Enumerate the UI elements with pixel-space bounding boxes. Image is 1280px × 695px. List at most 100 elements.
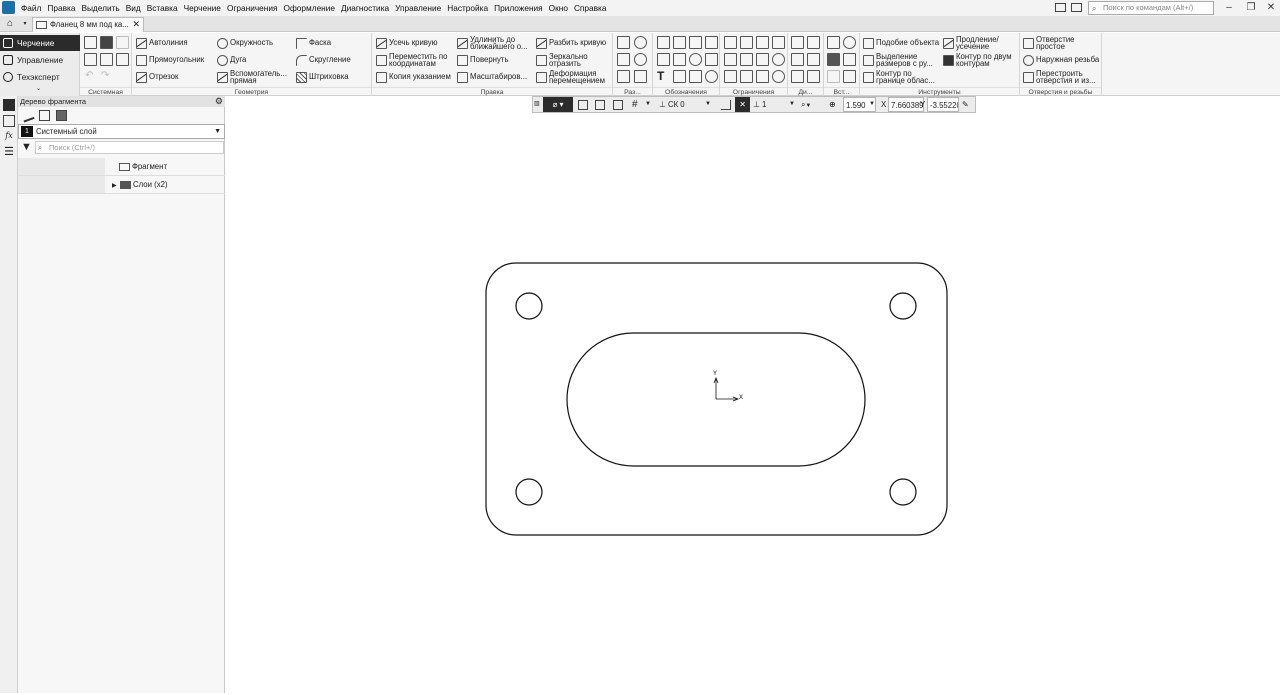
close-tab-icon[interactable]: ✕ bbox=[132, 18, 140, 31]
insert-image-icon[interactable] bbox=[827, 53, 840, 66]
symmetry-icon[interactable] bbox=[756, 53, 769, 66]
tolerance-icon[interactable] bbox=[705, 36, 718, 49]
menu-design[interactable]: Оформление bbox=[281, 0, 339, 16]
position-icon[interactable] bbox=[689, 53, 702, 66]
open-icon[interactable] bbox=[100, 36, 113, 49]
select-dims-button[interactable]: Выделение размеров с ру... bbox=[863, 52, 941, 68]
extend-button[interactable]: Удлинить до ближайшего о... bbox=[457, 35, 535, 51]
restore-button[interactable]: ❐ bbox=[1240, 0, 1262, 16]
equal-icon[interactable] bbox=[740, 70, 753, 83]
snap-grid-icon[interactable] bbox=[595, 97, 605, 112]
move-by-coords-button[interactable]: Переместить по координатам bbox=[376, 52, 456, 68]
local-cs-icon[interactable] bbox=[721, 97, 731, 112]
close-button[interactable]: ✕ bbox=[1260, 0, 1280, 16]
mirror-button[interactable]: Зеркально отразить bbox=[536, 52, 611, 68]
perpendicular-icon[interactable] bbox=[756, 36, 769, 49]
text-a-icon[interactable] bbox=[657, 53, 670, 66]
circle-button[interactable]: Окружность bbox=[217, 35, 295, 51]
diag-one-icon[interactable] bbox=[791, 36, 804, 49]
diag-two-icon[interactable] bbox=[807, 36, 820, 49]
save-icon[interactable] bbox=[116, 36, 129, 49]
local-snap-icon[interactable] bbox=[613, 97, 623, 112]
linear-dim-icon[interactable] bbox=[617, 36, 630, 49]
trim-curve-button[interactable]: Усечь кривую bbox=[376, 35, 456, 51]
menu-constraints[interactable]: Ограничения bbox=[224, 0, 281, 16]
extend-trim-button[interactable]: Продление/ усечение bbox=[943, 35, 1017, 51]
text-tool-icon[interactable]: T bbox=[657, 69, 664, 83]
gear-icon[interactable]: ⚙ bbox=[215, 96, 223, 107]
insert-fragment-icon[interactable] bbox=[843, 36, 856, 49]
deform-button[interactable]: Деформация перемещением bbox=[536, 69, 611, 85]
tree-search-input[interactable]: ⌕ Поиск (Ctrl+/) bbox=[35, 141, 224, 154]
app-logo-icon[interactable] bbox=[2, 1, 15, 14]
layers-icon[interactable] bbox=[39, 110, 50, 121]
tree-row-fragment[interactable]: Фрагмент bbox=[18, 158, 225, 176]
coincident-icon[interactable] bbox=[772, 70, 785, 83]
autoline-button[interactable]: Автолиния bbox=[136, 35, 216, 51]
grid-dropdown-icon[interactable]: ▼ bbox=[645, 97, 651, 112]
insert-object-icon[interactable] bbox=[843, 53, 856, 66]
external-thread-button[interactable]: Наружная резьба bbox=[1023, 52, 1100, 68]
drawing-canvas[interactable]: Y X bbox=[226, 96, 1280, 693]
mode-drawing[interactable]: Черчение bbox=[0, 35, 80, 51]
tangent-icon[interactable] bbox=[772, 36, 785, 49]
auto-dim-icon[interactable] bbox=[617, 53, 630, 66]
parallel-icon[interactable] bbox=[740, 36, 753, 49]
insert-view-icon[interactable] bbox=[827, 36, 840, 49]
aux-line-button[interactable]: Вспомогатель... прямая bbox=[217, 69, 293, 85]
preview-icon[interactable] bbox=[100, 53, 113, 66]
rotate-button[interactable]: Повернуть bbox=[457, 52, 535, 68]
pencil-icon[interactable] bbox=[20, 108, 35, 123]
menu-select[interactable]: Выделить bbox=[78, 0, 122, 16]
angle-icon[interactable] bbox=[740, 53, 753, 66]
contour-by-area-button[interactable]: Контур по границе облас... bbox=[863, 69, 941, 85]
roughness-icon[interactable] bbox=[673, 36, 686, 49]
zoom-window-button[interactable]: ⌕▼ bbox=[801, 97, 823, 112]
menu-management[interactable]: Управление bbox=[392, 0, 444, 16]
menu-diagnostics[interactable]: Диагностика bbox=[338, 0, 392, 16]
angular-dim-icon[interactable] bbox=[617, 70, 630, 83]
tree-row-layers[interactable]: ▶ Слои (x2) bbox=[18, 176, 225, 194]
collapse-chevron-icon[interactable]: ⌄ bbox=[36, 85, 41, 92]
simple-hole-button[interactable]: Отверстие простое bbox=[1023, 35, 1100, 51]
rectangle-button[interactable]: Прямоугольник bbox=[136, 52, 216, 68]
arc-dim-icon[interactable] bbox=[634, 70, 647, 83]
mode-techexpert[interactable]: Техэксперт bbox=[0, 69, 80, 85]
filter-icon[interactable]: ▼ bbox=[21, 141, 32, 154]
redo-icon[interactable]: ↷ bbox=[101, 70, 109, 81]
cut-line-icon[interactable] bbox=[673, 53, 686, 66]
insert-disabled-icon[interactable] bbox=[827, 70, 840, 83]
table-icon[interactable] bbox=[705, 53, 718, 66]
base-icon[interactable] bbox=[689, 36, 702, 49]
zoom-dropdown-icon[interactable]: ▼ bbox=[869, 97, 875, 112]
hatch-button[interactable]: Штриховка bbox=[296, 69, 368, 85]
diag-three-icon[interactable] bbox=[791, 53, 804, 66]
menu-settings[interactable]: Настройка bbox=[444, 0, 491, 16]
minimize-button[interactable]: – bbox=[1218, 0, 1240, 16]
radial-dim-icon[interactable] bbox=[634, 53, 647, 66]
home-icon[interactable]: ⌂ bbox=[0, 16, 20, 32]
current-layer-select[interactable]: ⊥ 1 ▼ bbox=[753, 97, 795, 112]
layer-select[interactable]: 1 Системный слой ▼ bbox=[18, 124, 225, 139]
center-mark-icon[interactable] bbox=[705, 70, 718, 83]
layers-menu-icon[interactable]: ☰ bbox=[3, 147, 15, 159]
concentric-icon[interactable] bbox=[772, 53, 785, 66]
menu-help[interactable]: Справка bbox=[571, 0, 610, 16]
expand-arrow-icon[interactable]: ▶ bbox=[112, 178, 120, 195]
menu-file[interactable]: Файл bbox=[18, 0, 44, 16]
print-icon[interactable] bbox=[84, 53, 97, 66]
diag-six-icon[interactable] bbox=[807, 70, 820, 83]
chamfer-button[interactable]: Фаска bbox=[296, 35, 368, 51]
mark-icon[interactable] bbox=[689, 70, 702, 83]
menu-drawing[interactable]: Черчение bbox=[181, 0, 224, 16]
toolbar-grip-icon[interactable]: ▥ bbox=[534, 97, 542, 112]
ortho-icon[interactable] bbox=[578, 97, 588, 112]
similar-object-button[interactable]: Подобие объекта bbox=[863, 35, 941, 51]
snap-mode-button[interactable]: ⌀ ▾ bbox=[543, 97, 573, 112]
y-coordinate-field[interactable]: -3.55220 bbox=[927, 97, 959, 112]
command-search-input[interactable]: ⌕ Поиск по командам (Alt+/) bbox=[1088, 1, 1214, 15]
panels-icon[interactable] bbox=[1055, 3, 1066, 12]
mode-management[interactable]: Управление bbox=[0, 52, 80, 68]
new-doc-icon[interactable] bbox=[84, 36, 97, 49]
image-icon[interactable] bbox=[56, 110, 67, 121]
